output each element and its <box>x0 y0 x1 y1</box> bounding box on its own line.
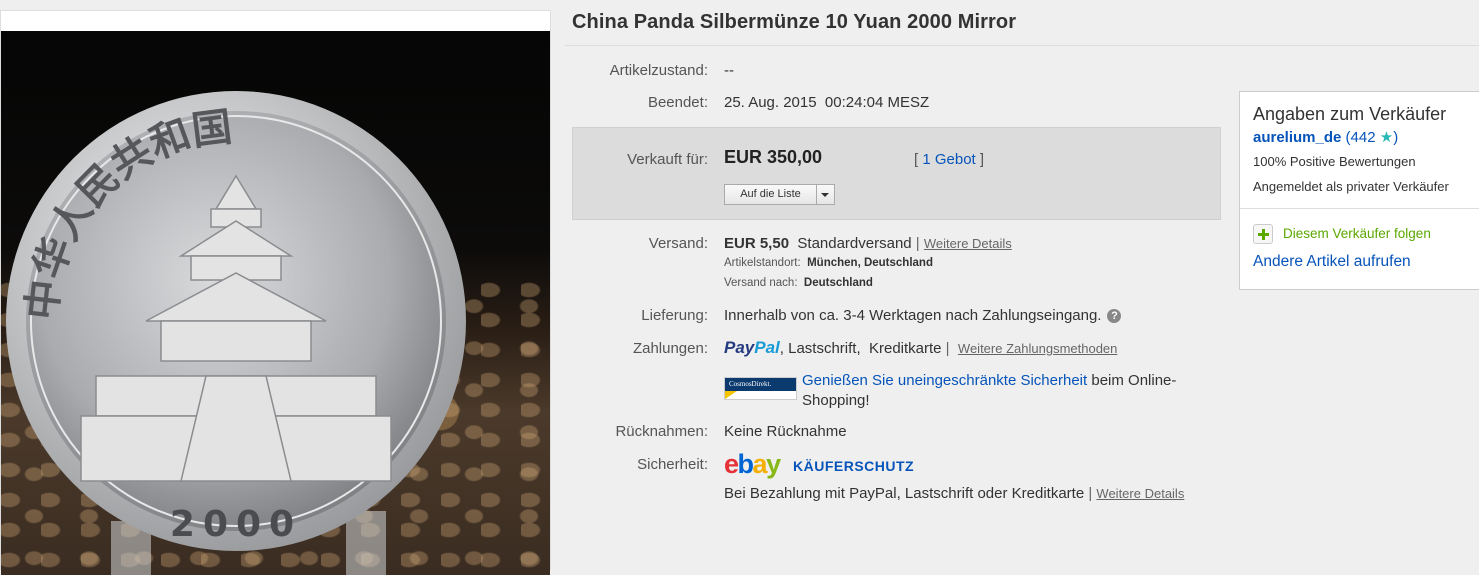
protection-text: Bei Bezahlung mit PayPal, Lastschrift od… <box>724 485 1085 502</box>
seller-divider <box>1240 208 1479 209</box>
cosmos-promo-link[interactable]: Genießen Sie uneingeschränkte Sicherheit <box>802 372 1087 389</box>
ships-to-value: Deutschland <box>803 277 873 289</box>
ended-value: 25. Aug. 2015 00:24:04 MESZ <box>724 94 930 111</box>
condition-label: Artikelzustand: <box>609 62 708 79</box>
ended-label: Beendet: <box>647 94 708 111</box>
condition-value: -- <box>724 62 734 79</box>
shipping-separator: | <box>911 235 924 252</box>
item-location-value: München, Deutschland <box>807 257 933 269</box>
ships-to: Versand nach: Deutschland <box>724 277 873 289</box>
bids-info: [ 1 Gebot ] <box>914 151 984 168</box>
more-payment-methods-link[interactable]: Weitere Zahlungsmethoden <box>958 341 1117 356</box>
cosmos-promo: Genießen Sie uneingeschränkte Sicherheit… <box>802 371 1202 411</box>
shipping-price: EUR 5,50 <box>724 235 790 252</box>
watchlist-label: Auf die Liste <box>725 185 817 204</box>
score-close: ) <box>1393 129 1399 146</box>
payments-label: Zahlungen: <box>632 340 708 357</box>
ebay-logo: ebay <box>724 449 781 479</box>
cosmos-promo-text-2: Shopping! <box>802 392 870 409</box>
cosmos-promo-text-1: beim Online- <box>1087 372 1177 389</box>
plus-icon[interactable] <box>1253 224 1273 244</box>
help-icon[interactable]: ? <box>1107 309 1122 323</box>
positive-feedback: 100% Positive Bewertungen <box>1253 154 1416 169</box>
sold-for-label: Verkauft für: <box>627 151 708 168</box>
shipping-row: EUR 5,50 Standardversand | Weitere Detai… <box>724 235 1012 252</box>
price-box <box>572 127 1221 220</box>
coin-graphic: 2000 中华人民共和国 <box>6 91 466 575</box>
chevron-down-icon[interactable] <box>815 185 834 204</box>
shipping-label: Versand: <box>648 235 708 252</box>
add-to-watchlist-button[interactable]: Auf die Liste <box>724 184 835 205</box>
feedback-score-link[interactable]: 442 <box>1351 129 1376 146</box>
title-divider <box>565 45 1479 46</box>
seller-name-link[interactable]: aurelium_de <box>1253 129 1341 146</box>
seller-name-row: aurelium_de (442 ★) <box>1253 128 1398 146</box>
image-frame: 2000 中华人民共和国 <box>0 10 551 575</box>
protection-details-link[interactable]: Weitere Details <box>1096 486 1184 501</box>
score-open: ( <box>1341 129 1351 146</box>
listing-title: China Panda Silbermünze 10 Yuan 2000 Mir… <box>572 11 1017 33</box>
product-image[interactable]: 2000 中华人民共和国 <box>1 31 550 575</box>
sold-price: EUR 350,00 <box>724 147 823 167</box>
security-label: Sicherheit: <box>637 456 708 473</box>
other-items-link[interactable]: Andere Artikel aufrufen <box>1253 253 1411 271</box>
cosmosdirekt-logo: CosmosDirekt. <box>724 377 797 400</box>
follow-seller-link[interactable]: Diesem Verkäufer folgen <box>1283 226 1431 241</box>
paypal-logo: PayPal <box>724 338 780 357</box>
shipping-method: Standardversand <box>797 235 912 252</box>
ships-to-label: Versand nach: <box>724 277 798 289</box>
buyer-protection-badge: KÄUFERSCHUTZ <box>793 458 915 474</box>
delivery-row: Innerhalb von ca. 3-4 Werktagen nach Zah… <box>724 307 1122 324</box>
delivery-label: Lieferung: <box>641 307 708 324</box>
payments-separator: | <box>941 340 954 357</box>
bids-bracket-close: ] <box>975 151 985 168</box>
protection-row: Bei Bezahlung mit PayPal, Lastschrift od… <box>724 485 1184 502</box>
item-location: Artikelstandort: München, Deutschland <box>724 257 933 269</box>
coin-year: 2000 <box>170 504 302 545</box>
star-icon: ★ <box>1379 129 1394 146</box>
seller-heading: Angaben zum Verkäufer <box>1253 104 1447 124</box>
payment-methods: , Lastschrift, Kreditkarte <box>779 340 942 357</box>
bids-link[interactable]: 1 Gebot <box>922 151 975 168</box>
item-location-label: Artikelstandort: <box>724 257 801 269</box>
shipping-details-link[interactable]: Weitere Details <box>924 236 1012 251</box>
returns-value: Keine Rücknahme <box>724 423 847 440</box>
returns-label: Rücknahmen: <box>615 423 708 440</box>
seller-registration: Angemeldet als privater Verkäufer <box>1253 179 1449 194</box>
delivery-value: Innerhalb von ca. 3-4 Werktagen nach Zah… <box>724 307 1102 324</box>
payments-row: PayPal, Lastschrift, Kreditkarte | Weite… <box>724 338 1117 358</box>
protection-separator: | <box>1084 485 1097 502</box>
